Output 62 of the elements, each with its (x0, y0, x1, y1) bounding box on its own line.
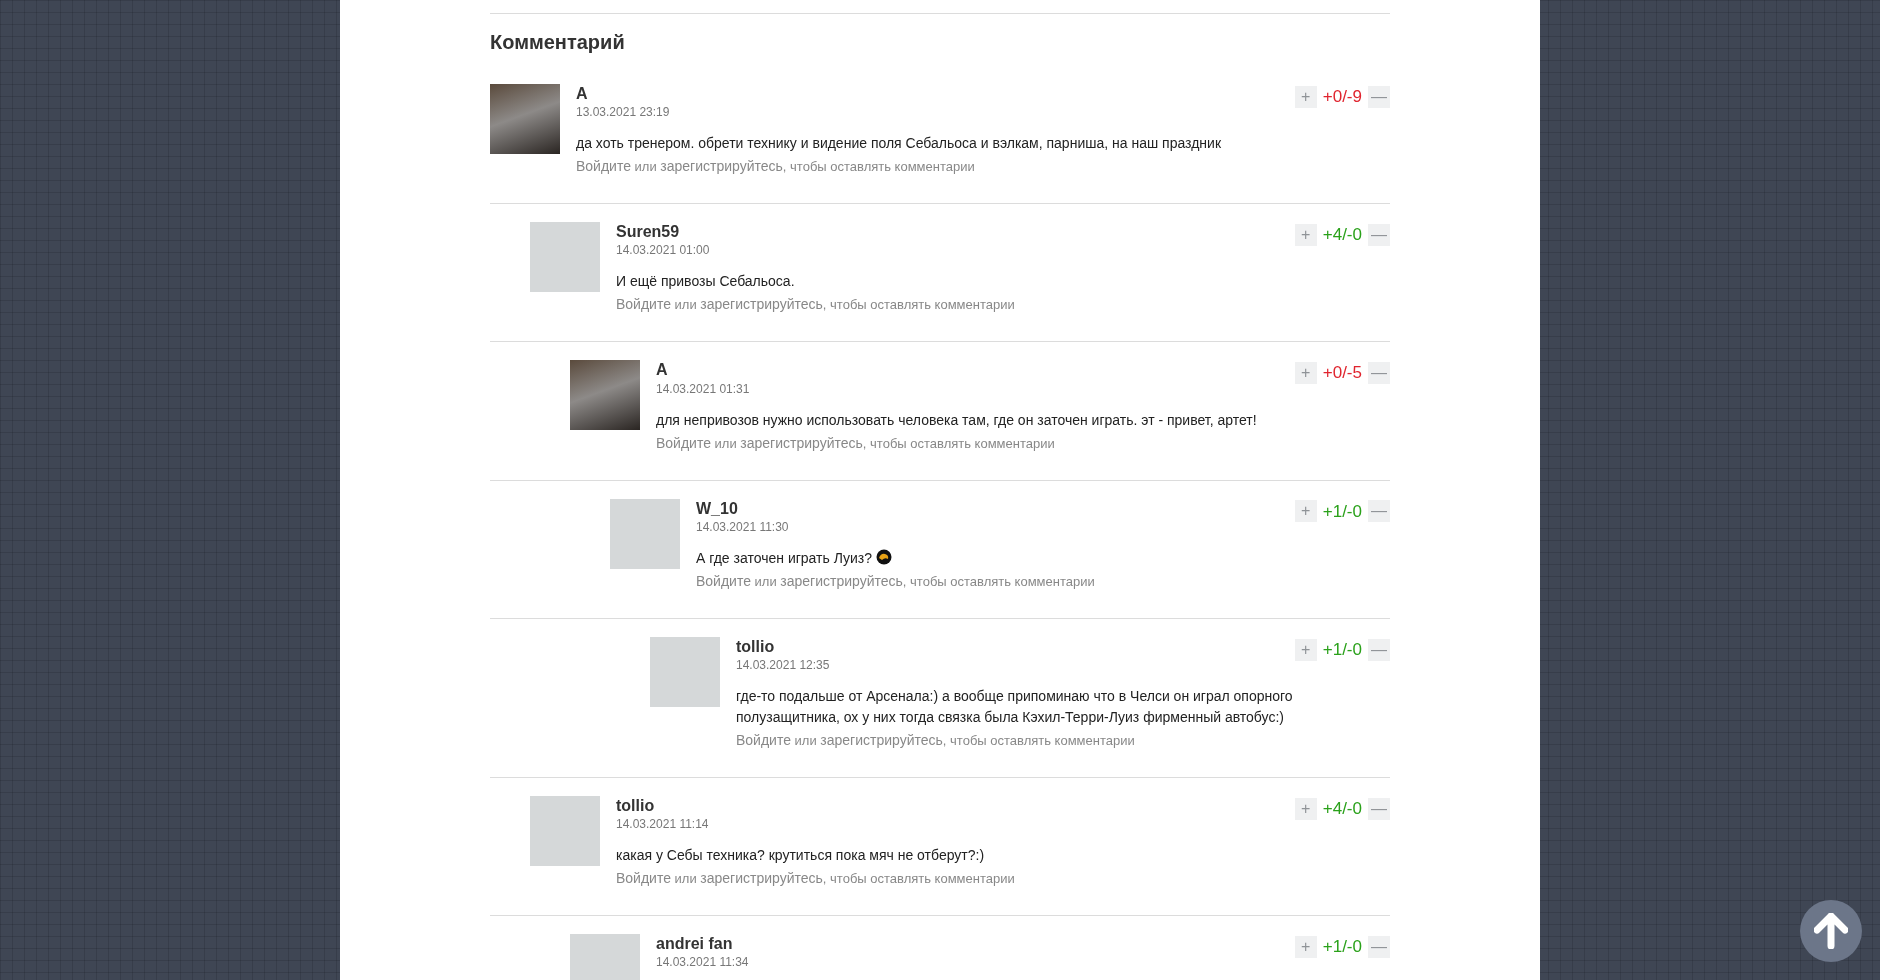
comment-date: 14.03.2021 12:35 (736, 656, 830, 674)
upvote-button[interactable]: + (1294, 638, 1317, 661)
scroll-top-button[interactable] (1800, 900, 1862, 962)
downvote-button[interactable]: — (1368, 797, 1390, 820)
author-name[interactable]: tollio (736, 636, 830, 656)
author-name[interactable]: A (576, 84, 670, 104)
author-name[interactable]: Suren59 (616, 222, 710, 242)
register-link[interactable]: зарегистрируйтесь (740, 434, 863, 451)
login-link[interactable]: Войдите (576, 158, 631, 175)
rating-score: +0/-9 (1322, 86, 1362, 108)
section-title: Комментарий (490, 30, 626, 54)
downvote-button[interactable]: — (1368, 638, 1390, 661)
register-link[interactable]: зарегистрируйтесь (820, 731, 943, 748)
downvote-button[interactable]: — (1368, 935, 1390, 958)
rating-score: +1/-0 (1322, 936, 1362, 959)
login-link[interactable]: Войдите (736, 731, 791, 748)
rating-score: +4/-0 (1322, 797, 1362, 820)
upvote-button[interactable]: + (1294, 223, 1317, 246)
comment-text: И ещё привозы Себальоса. (616, 272, 796, 292)
comment-date: 14.03.2021 11:14 (616, 816, 709, 834)
downvote-button[interactable]: — (1368, 362, 1390, 385)
login-link[interactable]: Войдите (616, 870, 671, 887)
comment-date: 14.03.2021 01:00 (616, 242, 710, 260)
comment-text: какая у Себы техника? крутиться пока мяч не отберут?:) (616, 846, 986, 866)
login-link[interactable]: Войдите (656, 434, 711, 451)
downvote-button[interactable]: — (1368, 85, 1390, 108)
register-link[interactable]: зарегистрируйтесь (660, 158, 783, 175)
register-link[interactable]: зарегистрируйтесь (700, 296, 823, 313)
rating-score: +0/-5 (1322, 362, 1362, 385)
rating-score: +4/-0 (1322, 224, 1362, 247)
comment-date: 13.03.2021 23:19 (576, 104, 670, 122)
comment-text: да хоть тренером. обрети технику и видение поля Себальоса и вэлкам, парниша, на наш праздник (576, 134, 1222, 154)
comment-text: для непривозов нужно использовать человека там, где он заточен играть. эт - привет, артет! (656, 410, 1258, 430)
login-prompt: Войдите или зарегистрируйтесь, чтобы оставлять комментарии (576, 157, 976, 177)
login-prompt: Войдите или зарегистрируйтесь, чтобы оставлять комментарии (736, 730, 1136, 750)
author-name[interactable]: andrei fan (656, 934, 749, 954)
upvote-button[interactable]: + (1294, 362, 1317, 385)
login-prompt: Войдите или зарегистрируйтесь, чтобы оставлять комментарии (656, 433, 1056, 453)
author-name[interactable]: tollio (616, 795, 709, 816)
comment-date: 14.03.2021 11:34 (656, 954, 749, 972)
comment-text: где-то подальше от Арсенала:) а вообще припоминаю что в Челси он играл опорного полузащитника, ох у них тогда связка была Кэхил-Терри-Луиз фирменный автобус:) (736, 686, 1294, 727)
downvote-button[interactable]: — (1368, 500, 1390, 523)
register-link[interactable]: зарегистрируйтесь (780, 572, 903, 589)
login-prompt: Войдите или зарегистрируйтесь, чтобы оставлять комментарии (616, 295, 1016, 315)
upvote-button[interactable]: + (1294, 500, 1317, 523)
comment-text: А где заточен играть Луиз? (696, 547, 1390, 569)
login-link[interactable]: Войдите (616, 296, 671, 313)
downvote-button[interactable]: — (1368, 223, 1390, 246)
login-link[interactable]: Войдите (696, 572, 751, 589)
comment-date: 14.03.2021 11:30 (696, 518, 789, 536)
upvote-button[interactable]: + (1294, 797, 1317, 820)
upvote-button[interactable]: + (1294, 935, 1317, 958)
login-prompt: Войдите или зарегистрируйтесь, чтобы оставлять комментарии (616, 869, 1016, 889)
register-link[interactable]: зарегистрируйтесь (700, 870, 823, 887)
login-prompt: Войдите или зарегистрируйтесь, чтобы оставлять комментарии (696, 571, 1096, 591)
up-arrow-icon (1814, 913, 1848, 949)
upvote-button[interactable]: + (1294, 85, 1317, 108)
rating-score: +1/-0 (1322, 500, 1362, 523)
rating-score: +1/-0 (1322, 638, 1362, 661)
author-name[interactable]: A (656, 360, 750, 380)
author-name[interactable]: W_10 (696, 498, 789, 518)
comment-date: 14.03.2021 01:31 (656, 380, 750, 398)
